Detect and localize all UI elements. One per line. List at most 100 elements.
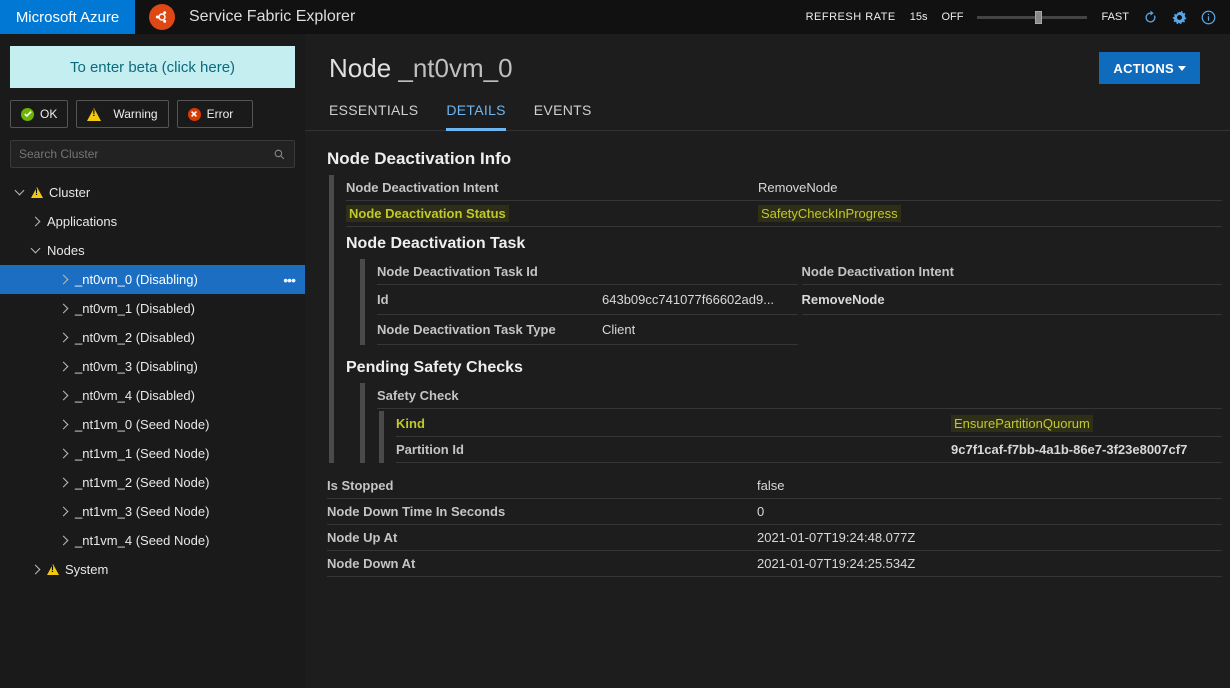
row-down-at: Node Down At2021-01-07T19:24:25.534Z — [327, 551, 1222, 577]
tree-node-item[interactable]: _nt0vm_0 (Disabling) — [0, 265, 305, 294]
refresh-fast-label: FAST — [1101, 11, 1129, 23]
row-safety-kind: Kind EnsurePartitionQuorum — [396, 411, 1222, 437]
chevron-right-icon — [60, 304, 69, 313]
tree-applications[interactable]: Applications — [10, 207, 295, 236]
deact-task-columns: Node Deactivation Task Id Id643b09cc7410… — [377, 259, 1222, 345]
tree-node-item[interactable]: _nt0vm_4 (Disabled) — [10, 381, 295, 410]
tree-label: _nt0vm_1 (Disabled) — [75, 301, 195, 316]
tree-label: Nodes — [47, 243, 85, 258]
row-safety-check: Safety Check — [377, 383, 1222, 409]
tab-details[interactable]: DETAILS — [446, 102, 505, 131]
row-task-intent: RemoveNode — [802, 285, 1223, 315]
chevron-down-icon — [32, 246, 41, 255]
tree-label: _nt1vm_0 (Seed Node) — [75, 417, 209, 432]
chevron-right-icon — [32, 565, 41, 574]
tree-label: _nt0vm_0 (Disabling) — [75, 272, 198, 287]
chevron-right-icon — [32, 217, 41, 226]
main-scroll[interactable]: Node _nt0vm_0 ACTIONS ESSENTIALS DETAILS… — [305, 34, 1230, 688]
tree-label: _nt0vm_4 (Disabled) — [75, 388, 195, 403]
chevron-right-icon — [60, 420, 69, 429]
gear-icon[interactable] — [1172, 10, 1187, 25]
tree-system[interactable]: System — [10, 555, 295, 584]
tree-node-item[interactable]: _nt0vm_1 (Disabled) — [10, 294, 295, 323]
tree-label: System — [65, 562, 108, 577]
chevron-right-icon — [60, 362, 69, 371]
warning-icon — [87, 108, 101, 121]
beta-banner[interactable]: To enter beta (click here) — [10, 46, 295, 88]
search-icon — [273, 148, 286, 161]
row-safety-partition: Partition Id 9c7f1caf-f7bb-4a1b-86e7-3f2… — [396, 437, 1222, 463]
refresh-off-label: OFF — [941, 11, 963, 23]
filter-warning-button[interactable]: Warning — [76, 100, 168, 128]
tree-label: _nt0vm_2 (Disabled) — [75, 330, 195, 345]
actions-label: ACTIONS — [1113, 61, 1174, 76]
tree-node-item[interactable]: _nt1vm_1 (Seed Node) — [10, 439, 295, 468]
refresh-slider[interactable] — [977, 16, 1087, 19]
health-filter-row: OK Warning Error — [10, 100, 295, 128]
refresh-icon[interactable] — [1143, 10, 1158, 25]
tree-node-item[interactable]: _nt1vm_3 (Seed Node) — [10, 497, 295, 526]
top-bar: Microsoft Azure Service Fabric Explorer … — [0, 0, 1230, 34]
caret-down-icon — [1178, 66, 1186, 71]
row-deact-status: Node Deactivation Status SafetyCheckInPr… — [346, 201, 1222, 227]
section-deact-task: Node Deactivation Task — [346, 235, 1222, 253]
refresh-slider-knob[interactable] — [1035, 11, 1042, 24]
row-task-id: Id643b09cc741077f66602ad9... — [377, 285, 798, 315]
chevron-right-icon — [60, 391, 69, 400]
warning-icon — [47, 564, 59, 575]
row-up-at: Node Up At2021-01-07T19:24:48.077Z — [327, 525, 1222, 551]
chevron-right-icon — [60, 333, 69, 342]
main: Node _nt0vm_0 ACTIONS ESSENTIALS DETAILS… — [305, 34, 1230, 688]
filter-warning-label: Warning — [113, 107, 157, 121]
warning-icon — [31, 187, 43, 198]
search-input[interactable] — [19, 147, 273, 161]
tree-label: _nt0vm_3 (Disabling) — [75, 359, 198, 374]
refresh-rate-value: 15s — [910, 11, 928, 23]
row-deact-intent: Node Deactivation IntentRemoveNode — [346, 175, 1222, 201]
tree-node-item[interactable]: _nt0vm_3 (Disabling) — [10, 352, 295, 381]
actions-button[interactable]: ACTIONS — [1099, 52, 1200, 84]
tree-cluster[interactable]: Cluster — [10, 178, 295, 207]
row-is-stopped: Is Stoppedfalse — [327, 473, 1222, 499]
info-icon[interactable] — [1201, 10, 1216, 25]
col-task-id: Node Deactivation Task Id — [377, 259, 798, 285]
tree-label: _nt1vm_1 (Seed Node) — [75, 446, 209, 461]
refresh-rate-label: REFRESH RATE — [806, 11, 896, 23]
tab-events[interactable]: EVENTS — [534, 102, 592, 130]
chevron-right-icon — [60, 478, 69, 487]
filter-ok-label: OK — [40, 107, 57, 121]
tree-node-item[interactable]: _nt1vm_0 (Seed Node) — [10, 410, 295, 439]
row-down-time: Node Down Time In Seconds0 — [327, 499, 1222, 525]
cluster-tree: Cluster Applications Nodes _nt0vm_0 (Dis… — [10, 178, 295, 584]
chevron-right-icon — [60, 507, 69, 516]
section-deactivation-info: Node Deactivation Info — [327, 149, 1222, 169]
sidebar: To enter beta (click here) OK Warning Er… — [0, 34, 305, 688]
chevron-right-icon — [60, 536, 69, 545]
chevron-right-icon — [60, 449, 69, 458]
search-cluster[interactable] — [10, 140, 295, 168]
tabs: ESSENTIALS DETAILS EVENTS — [305, 84, 1230, 131]
tree-nodes[interactable]: Nodes — [10, 236, 295, 265]
chevron-right-icon — [60, 275, 69, 284]
tree-node-item[interactable]: _nt1vm_2 (Seed Node) — [10, 468, 295, 497]
tree-label: _nt1vm_3 (Seed Node) — [75, 504, 209, 519]
tab-essentials[interactable]: ESSENTIALS — [329, 102, 418, 130]
tree-label: Applications — [47, 214, 117, 229]
filter-error-label: Error — [207, 107, 234, 121]
tree-label: Cluster — [49, 185, 90, 200]
tree-label: _nt1vm_4 (Seed Node) — [75, 533, 209, 548]
tree-node-item[interactable]: _nt1vm_4 (Seed Node) — [10, 526, 295, 555]
ubuntu-icon — [149, 4, 175, 30]
page-title: Node _nt0vm_0 — [329, 53, 513, 84]
chevron-down-icon — [16, 188, 25, 197]
tree-label: _nt1vm_2 (Seed Node) — [75, 475, 209, 490]
error-icon — [188, 108, 201, 121]
col-task-intent: Node Deactivation Intent — [802, 259, 1223, 285]
brand-azure[interactable]: Microsoft Azure — [0, 0, 135, 34]
app-title: Service Fabric Explorer — [189, 8, 355, 26]
tree-node-item[interactable]: _nt0vm_2 (Disabled) — [10, 323, 295, 352]
row-task-type: Node Deactivation Task TypeClient — [377, 315, 798, 345]
section-safety-checks: Pending Safety Checks — [346, 359, 1222, 377]
filter-error-button[interactable]: Error — [177, 100, 253, 128]
filter-ok-button[interactable]: OK — [10, 100, 68, 128]
